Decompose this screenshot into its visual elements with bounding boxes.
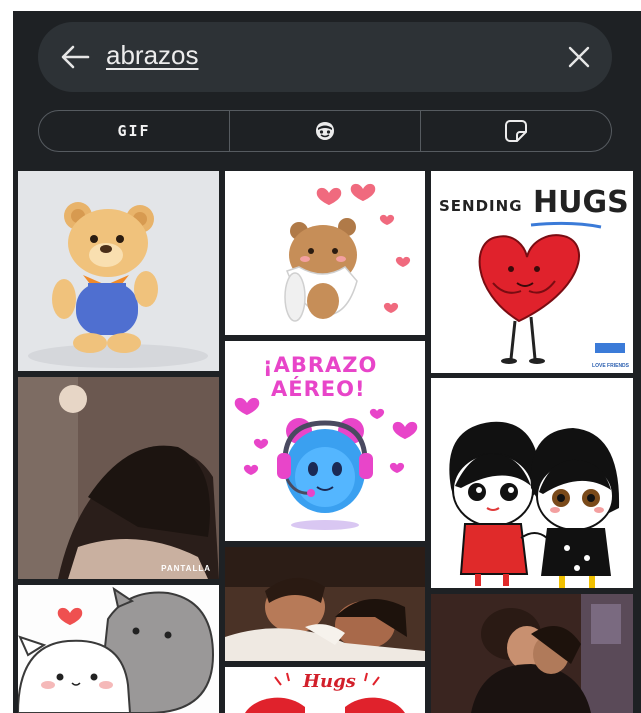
tab-gif[interactable]: GIF [39, 111, 229, 151]
gif-tile-couple-embrace[interactable] [431, 594, 633, 713]
gif-tile-couple-sleeping[interactable] [225, 547, 425, 661]
abrazo-line2: AÉREO! [271, 377, 366, 401]
gif-tile-hugs-heart[interactable]: Hugs [225, 667, 425, 713]
gif-picker-panel: abrazos GIF PANTALLA ¡ABRAZO AÉREO! Hugs… [13, 11, 641, 713]
close-icon[interactable] [568, 46, 590, 68]
tab-gif-label: GIF [117, 122, 151, 140]
hugs-title: HUGS [533, 185, 629, 220]
media-type-tabs: GIF [38, 110, 612, 152]
gif-tile-cats-hugging[interactable] [18, 585, 219, 713]
two-girls-image [431, 378, 633, 588]
tab-emoji-sticker[interactable] [229, 111, 420, 151]
sticker-icon [505, 120, 527, 142]
gif-tile-teddy-bear[interactable] [18, 171, 219, 371]
search-input[interactable]: abrazos [106, 40, 199, 71]
abrazo-line1: ¡ABRAZO [263, 353, 378, 377]
gif-tile-two-girls-hugging[interactable] [431, 378, 633, 588]
tab-sticker[interactable] [420, 111, 611, 151]
couple-sleeping-image [225, 547, 425, 661]
teddy-bear-image [18, 171, 219, 371]
sending-text: SENDING [439, 197, 523, 215]
woman-hugging-image [18, 377, 219, 579]
emoji-sticker-icon [316, 122, 334, 140]
gif-tile-woman-hugging[interactable]: PANTALLA [18, 377, 219, 579]
search-bar: abrazos [38, 22, 612, 92]
gif-tile-hugging-bear-hearts[interactable] [225, 171, 425, 335]
watermark-text: PANTALLA [161, 564, 211, 573]
cats-hugging-image [18, 585, 219, 713]
brand-text: LOVE FRIENDS [592, 363, 629, 369]
hugging-bear-image [225, 171, 425, 335]
hugs-text: Hugs [303, 671, 356, 692]
arrow-left-icon[interactable] [60, 44, 90, 70]
gif-tile-abrazo-aereo[interactable]: ¡ABRAZO AÉREO! [225, 341, 425, 541]
couple-embrace-image [431, 594, 633, 713]
gif-tile-sending-hugs[interactable]: SENDING HUGS LOVE FRIENDS [431, 171, 633, 373]
